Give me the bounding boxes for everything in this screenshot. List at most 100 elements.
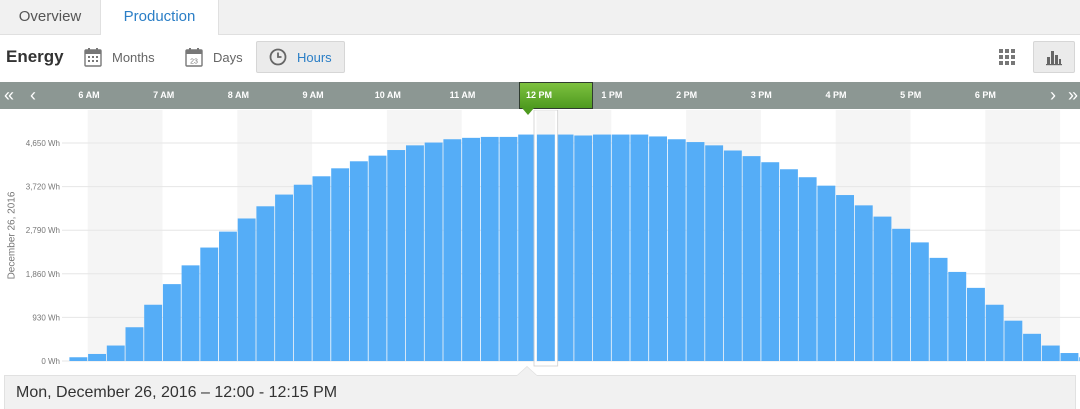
bar[interactable] xyxy=(349,161,368,361)
bar[interactable] xyxy=(649,136,667,361)
bar[interactable] xyxy=(1023,333,1041,361)
tab-overview[interactable]: Overview xyxy=(0,0,101,34)
timeline-hour-4[interactable]: 10 AM xyxy=(375,82,401,109)
timeline-hour-9[interactable]: 3 PM xyxy=(751,82,772,109)
bar[interactable] xyxy=(256,206,275,361)
bar[interactable] xyxy=(144,304,163,361)
bar[interactable] xyxy=(424,142,443,361)
bar[interactable] xyxy=(499,136,518,361)
y-tick-label: 3,720 Wh xyxy=(26,183,60,192)
selected-hour-label: 12 PM xyxy=(526,90,553,100)
first-page-button[interactable]: « xyxy=(0,82,18,109)
bar[interactable] xyxy=(162,284,181,361)
bar[interactable] xyxy=(237,218,256,361)
bar[interactable] xyxy=(780,169,798,361)
bar[interactable] xyxy=(293,184,312,361)
bar[interactable] xyxy=(368,155,387,361)
bar[interactable] xyxy=(705,145,724,361)
last-page-button[interactable]: » xyxy=(1064,82,1080,109)
selection-info-bar: Mon, December 26, 2016 – 12:00 - 12:15 P… xyxy=(4,375,1076,409)
days-button[interactable]: 23 Days xyxy=(185,41,243,73)
bar[interactable] xyxy=(536,134,555,361)
y-axis-label: December 26, 2016 xyxy=(6,191,18,280)
bar[interactable] xyxy=(686,142,705,361)
bar[interactable] xyxy=(181,265,200,361)
timeline-hour-3[interactable]: 9 AM xyxy=(303,82,324,109)
bar[interactable] xyxy=(443,139,462,361)
timeline-hour-8[interactable]: 2 PM xyxy=(676,82,697,109)
bar[interactable] xyxy=(106,345,125,361)
bar[interactable] xyxy=(985,304,1004,361)
hours-label: Hours xyxy=(297,49,332,65)
bar[interactable] xyxy=(742,156,761,361)
bar[interactable] xyxy=(948,271,967,361)
bar[interactable] xyxy=(611,134,630,361)
bar[interactable] xyxy=(88,353,106,361)
calendar-day-icon: 23 xyxy=(185,48,203,67)
timeline-hour-0[interactable]: 6 AM xyxy=(78,82,99,109)
bar[interactable] xyxy=(518,134,537,361)
page-title: Energy xyxy=(6,47,64,66)
bar[interactable] xyxy=(462,137,480,361)
bar[interactable] xyxy=(873,216,892,361)
bar[interactable] xyxy=(555,134,574,361)
bar[interactable] xyxy=(331,168,350,361)
timeline-hour-10[interactable]: 4 PM xyxy=(825,82,846,109)
tab-production[interactable]: Production xyxy=(101,0,219,35)
bar-chart-view-button[interactable] xyxy=(1033,41,1075,73)
bar[interactable] xyxy=(1004,320,1023,361)
y-tick-label: 1,860 Wh xyxy=(26,270,60,279)
tab-bar: Overview Production xyxy=(0,0,1080,35)
selected-hour-marker[interactable]: 12 PM xyxy=(519,82,593,109)
previous-button[interactable]: ‹ xyxy=(24,82,42,109)
bar[interactable] xyxy=(125,327,144,361)
timeline-hour-12[interactable]: 6 PM xyxy=(975,82,996,109)
bar[interactable] xyxy=(854,205,873,361)
bar[interactable] xyxy=(929,257,948,361)
bar[interactable] xyxy=(219,231,237,361)
energy-bar-chart: 0 Wh 930 Wh 1,860 Wh 2,790 Wh 3,720 Wh 4,650 … xyxy=(26,109,1080,367)
y-tick-label: 4,650 Wh xyxy=(26,139,60,148)
bar[interactable] xyxy=(200,247,219,361)
bar[interactable] xyxy=(275,194,293,361)
hours-button[interactable]: Hours xyxy=(256,41,345,73)
y-tick-label: 2,790 Wh xyxy=(26,226,60,235)
bar[interactable] xyxy=(387,150,406,361)
bar[interactable] xyxy=(593,134,611,361)
bar[interactable] xyxy=(892,228,911,361)
info-pointer-fill xyxy=(517,367,537,376)
timeline-hour-11[interactable]: 5 PM xyxy=(900,82,921,109)
timeline-hour-7[interactable]: 1 PM xyxy=(601,82,622,109)
energy-chart: 0 Wh 930 Wh 1,860 Wh 2,790 Wh 3,720 Wh 4,650 … xyxy=(0,109,1080,370)
bar[interactable] xyxy=(967,287,985,361)
bar[interactable] xyxy=(630,134,649,361)
bar[interactable] xyxy=(480,136,499,361)
timeline-hour-2[interactable]: 8 AM xyxy=(228,82,249,109)
timeline-hour-5[interactable]: 11 AM xyxy=(450,82,476,109)
bar[interactable] xyxy=(798,177,817,361)
bar[interactable] xyxy=(312,176,331,361)
timeline-hour-1[interactable]: 7 AM xyxy=(153,82,174,109)
bar[interactable] xyxy=(667,139,686,361)
bar[interactable] xyxy=(1060,353,1079,361)
bar[interactable] xyxy=(69,357,88,361)
bar[interactable] xyxy=(761,162,780,361)
bar[interactable] xyxy=(1041,345,1060,361)
selection-info-text: Mon, December 26, 2016 – 12:00 - 12:15 P… xyxy=(16,384,338,401)
months-button[interactable]: Months xyxy=(84,41,155,73)
grid-view-button[interactable] xyxy=(986,41,1028,73)
months-label: Months xyxy=(112,49,155,65)
bar[interactable] xyxy=(910,242,929,361)
bar[interactable] xyxy=(406,145,424,361)
svg-text:23: 23 xyxy=(190,59,198,66)
next-button[interactable]: › xyxy=(1044,82,1062,109)
bar[interactable] xyxy=(723,150,742,361)
bar[interactable] xyxy=(574,135,593,361)
calendar-icon xyxy=(84,48,102,67)
clock-icon xyxy=(269,48,287,66)
bar[interactable] xyxy=(836,195,854,361)
y-tick-label: 0 Wh xyxy=(41,357,60,366)
bar-chart-icon xyxy=(1046,51,1062,66)
bar[interactable] xyxy=(817,185,836,361)
y-tick-label: 930 Wh xyxy=(32,313,60,322)
